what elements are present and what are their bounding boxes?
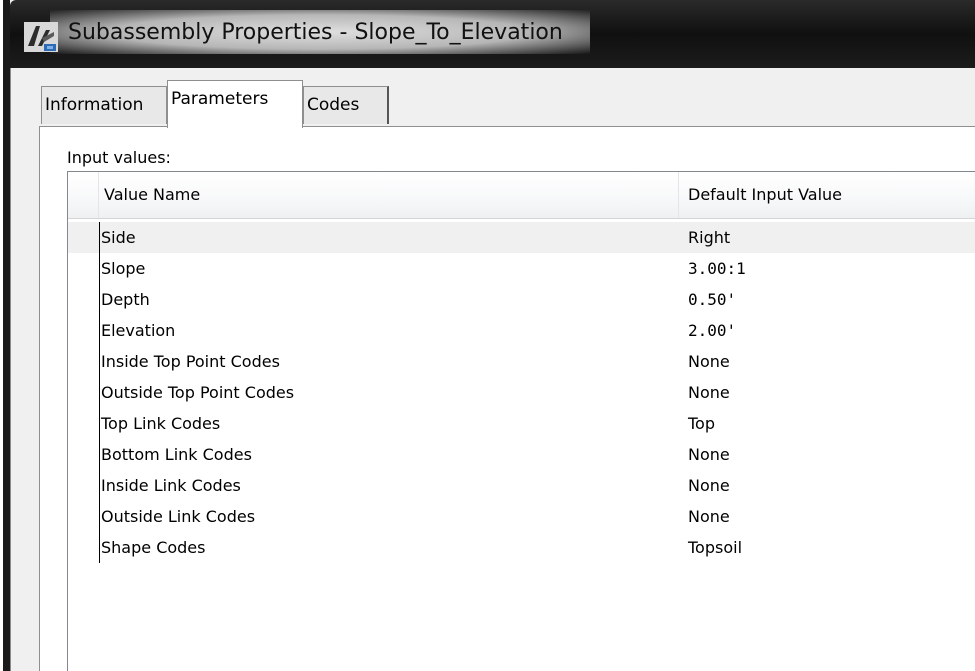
- value-name: Shape Codes: [101, 538, 206, 557]
- table-row[interactable]: Shape Codes Topsoil: [68, 532, 975, 563]
- row-gutter: [99, 501, 100, 532]
- table-row[interactable]: Depth 0.50': [68, 284, 975, 315]
- default-input-value[interactable]: 3.00:1: [688, 253, 746, 284]
- value-name: Inside Top Point Codes: [101, 352, 280, 371]
- row-gutter: [99, 315, 100, 346]
- value-name: Side: [101, 228, 136, 247]
- row-gutter: [99, 532, 100, 563]
- header-gutter: [68, 172, 99, 218]
- desktop-backdrop: [0, 0, 10, 671]
- row-gutter: [99, 439, 100, 470]
- default-input-value[interactable]: None: [688, 439, 730, 470]
- row-gutter: [99, 222, 100, 253]
- value-name: Outside Top Point Codes: [101, 383, 295, 402]
- value-name: Inside Link Codes: [101, 476, 241, 495]
- default-input-value[interactable]: None: [688, 470, 730, 501]
- parameter-rows: Side Right Slope 3.00:1 Depth 0.50' Elev…: [68, 222, 975, 563]
- table-row[interactable]: Outside Link Codes None: [68, 501, 975, 532]
- default-input-value[interactable]: 0.50': [688, 284, 736, 315]
- default-input-value[interactable]: Top: [688, 408, 715, 439]
- title-bar[interactable]: Subassembly Properties - Slope_To_Elevat…: [10, 0, 975, 68]
- table-row[interactable]: Slope 3.00:1: [68, 253, 975, 284]
- tab-codes[interactable]: Codes: [303, 86, 389, 124]
- table-row[interactable]: Inside Link Codes None: [68, 470, 975, 501]
- input-values-label: Input values:: [67, 148, 171, 167]
- tab-information[interactable]: Information: [41, 86, 167, 124]
- row-gutter: [99, 346, 100, 377]
- default-input-value[interactable]: Right: [688, 222, 730, 253]
- row-gutter: [99, 377, 100, 408]
- dialog-body: Information Parameters Codes Input value…: [10, 68, 975, 671]
- table-row[interactable]: Outside Top Point Codes None: [68, 377, 975, 408]
- default-input-value[interactable]: None: [688, 501, 730, 532]
- parameters-panel: Input values: Value Name Default Input V…: [39, 126, 975, 671]
- subassembly-properties-dialog: Subassembly Properties - Slope_To_Elevat…: [10, 0, 975, 671]
- tab-parameters[interactable]: Parameters: [167, 80, 303, 128]
- parameters-list[interactable]: Value Name Default Input Value Side Righ…: [67, 171, 975, 671]
- table-row[interactable]: Bottom Link Codes None: [68, 439, 975, 470]
- table-row[interactable]: Inside Top Point Codes None: [68, 346, 975, 377]
- window-title: Subassembly Properties - Slope_To_Elevat…: [68, 20, 563, 45]
- row-gutter: [99, 470, 100, 501]
- value-name: Outside Link Codes: [101, 507, 256, 526]
- default-input-value[interactable]: None: [688, 346, 730, 377]
- row-gutter: [99, 284, 100, 315]
- value-name: Bottom Link Codes: [101, 445, 252, 464]
- civil3d-app-icon: [24, 22, 58, 52]
- row-gutter: [99, 408, 100, 439]
- column-header-value-name[interactable]: Value Name: [104, 172, 679, 218]
- table-row[interactable]: Elevation 2.00': [68, 315, 975, 346]
- list-header: Value Name Default Input Value: [68, 172, 975, 219]
- column-header-default-input-value[interactable]: Default Input Value: [688, 172, 975, 218]
- default-input-value[interactable]: Topsoil: [688, 532, 742, 563]
- value-name: Top Link Codes: [101, 414, 221, 433]
- value-name: Slope: [101, 259, 146, 278]
- value-name: Depth: [101, 290, 150, 309]
- default-input-value[interactable]: None: [688, 377, 730, 408]
- screen: Subassembly Properties - Slope_To_Elevat…: [0, 0, 975, 671]
- table-row[interactable]: Top Link Codes Top: [68, 408, 975, 439]
- value-name: Elevation: [101, 321, 176, 340]
- table-row[interactable]: Side Right: [68, 222, 975, 253]
- row-gutter: [99, 253, 100, 284]
- default-input-value[interactable]: 2.00': [688, 315, 736, 346]
